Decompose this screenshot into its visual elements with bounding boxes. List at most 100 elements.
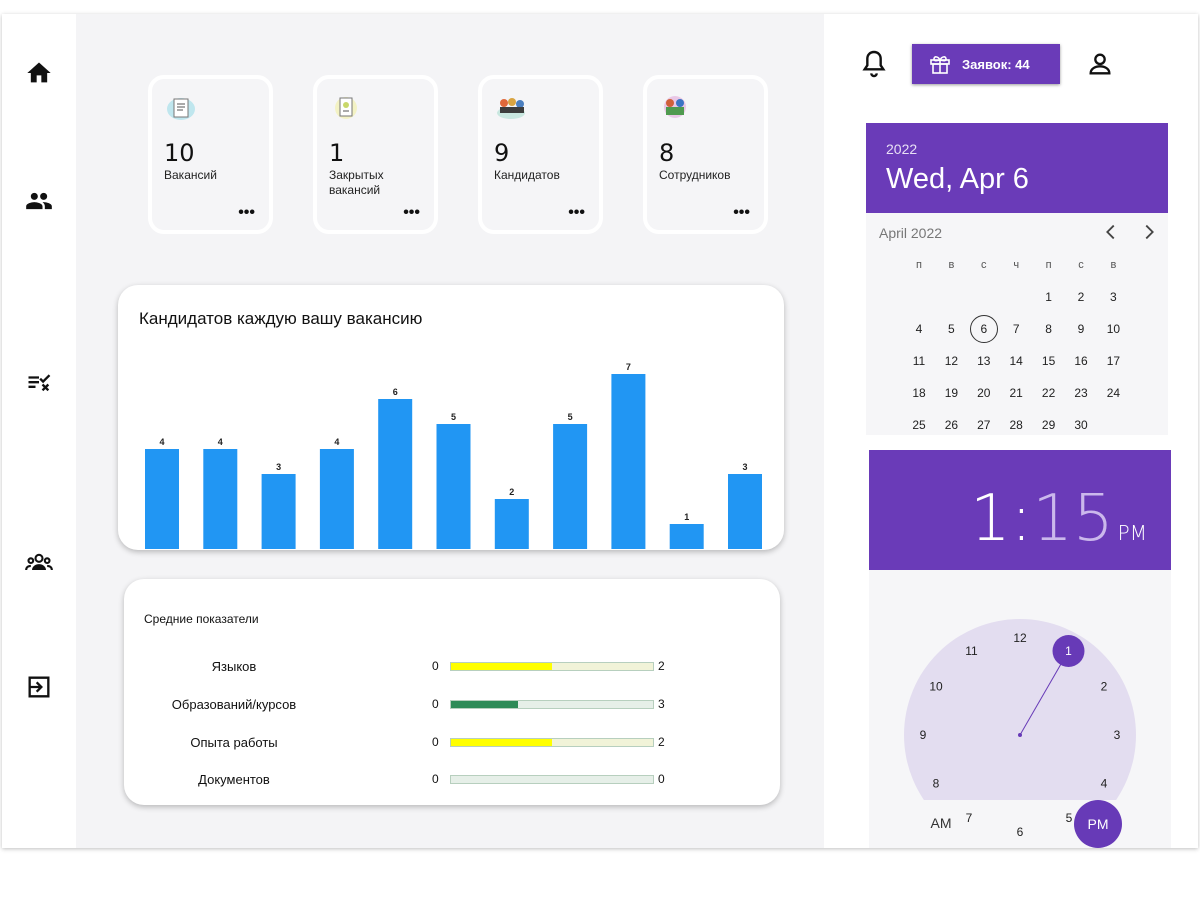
calendar-day[interactable]: 2 xyxy=(1065,283,1097,311)
vacancies-icon xyxy=(167,98,195,120)
chart-data-label: 5 xyxy=(451,412,456,422)
average-max: 2 xyxy=(658,735,665,749)
nav-tasks-button[interactable] xyxy=(22,364,56,398)
calendar-day[interactable]: 23 xyxy=(1065,379,1097,407)
calendar-weekday: п xyxy=(1045,259,1052,271)
calendar-day[interactable]: 13 xyxy=(968,347,1000,375)
clock-number[interactable]: 7 xyxy=(966,811,973,825)
calendar-year[interactable]: 2022 xyxy=(886,141,917,157)
nav-employees-button[interactable] xyxy=(22,546,56,580)
stat-label: Кандидатов xyxy=(494,168,560,182)
chart-data-label: 4 xyxy=(159,437,164,447)
chart-bar xyxy=(553,424,588,549)
chart-bar xyxy=(319,449,354,549)
requests-button[interactable]: Заявок: 44 xyxy=(912,44,1060,84)
calendar-day[interactable]: 14 xyxy=(1000,347,1032,375)
clock-number[interactable]: 4 xyxy=(1101,777,1108,791)
average-label: Опыта работы xyxy=(190,735,278,750)
chart-data-label: 4 xyxy=(334,437,339,447)
employees-icon xyxy=(664,96,686,118)
calendar-day[interactable]: 12 xyxy=(935,347,967,375)
calendar-day[interactable]: 9 xyxy=(1065,315,1097,343)
stat-card-candidates: 9 Кандидатов ••• xyxy=(478,75,603,234)
more-options-button[interactable]: ••• xyxy=(238,205,255,221)
nav-home-button[interactable] xyxy=(22,56,56,90)
chevron-left-icon[interactable] xyxy=(1100,221,1122,243)
clock-number[interactable]: 1 xyxy=(1065,644,1072,658)
average-min: 0 xyxy=(432,697,439,711)
am-button[interactable]: AM xyxy=(931,815,952,831)
clock-number[interactable]: 2 xyxy=(1101,680,1108,694)
calendar-day[interactable]: 26 xyxy=(935,411,967,439)
calendar-day-selected[interactable]: 6 xyxy=(968,315,1000,343)
calendar-day[interactable]: 1 xyxy=(1033,283,1065,311)
clock-number[interactable]: 12 xyxy=(1013,631,1027,645)
chart-bar xyxy=(669,524,704,549)
more-options-button[interactable]: ••• xyxy=(403,205,420,221)
average-label: Образований/курсов xyxy=(171,697,297,712)
average-progress-bar xyxy=(450,738,654,747)
average-max: 2 xyxy=(658,659,665,673)
calendar-day[interactable]: 24 xyxy=(1097,379,1129,407)
right-panel: Заявок: 44 2022 Wed, Apr 6 April 2022 пв… xyxy=(824,14,1198,848)
clock-number[interactable]: 3 xyxy=(1114,728,1121,742)
clock-number[interactable]: 11 xyxy=(965,644,978,658)
candidates-bar-chart: 4 4 3 4 6 5 2 5 7 1 3 xyxy=(145,362,762,549)
calendar-day[interactable]: 11 xyxy=(903,347,935,375)
ampm-strip xyxy=(869,800,1171,848)
calendar-day[interactable]: 17 xyxy=(1097,347,1129,375)
clock-number[interactable]: 5 xyxy=(1066,811,1073,825)
clock-number[interactable]: 9 xyxy=(920,728,927,742)
calendar-day[interactable]: 20 xyxy=(968,379,1000,407)
more-options-button[interactable]: ••• xyxy=(568,205,585,221)
nav-candidates-button[interactable] xyxy=(22,184,56,218)
chart-bar xyxy=(728,474,762,549)
calendar-day[interactable]: 25 xyxy=(903,411,935,439)
nav-logout-button[interactable] xyxy=(22,670,56,704)
time-period: PM xyxy=(1117,521,1147,545)
calendar-day[interactable]: 10 xyxy=(1097,315,1129,343)
calendar-day[interactable]: 7 xyxy=(1000,315,1032,343)
chart-bar xyxy=(378,399,413,549)
clock-number[interactable]: 6 xyxy=(1017,825,1024,839)
chart-data-label: 5 xyxy=(568,412,573,422)
time-display: 1:15 PM xyxy=(970,484,1147,568)
average-progress-bar xyxy=(450,700,654,709)
calendar-day[interactable]: 28 xyxy=(1000,411,1032,439)
chart-data-label: 1 xyxy=(684,512,689,522)
clock-face[interactable]: 121234567891011AM765PM xyxy=(869,570,1171,848)
time-minute[interactable]: 15 xyxy=(1032,482,1113,556)
stat-card-vacancies: 10 Вакансий ••• xyxy=(148,75,273,234)
calendar-day[interactable]: 19 xyxy=(935,379,967,407)
average-progress-fill xyxy=(451,663,552,670)
more-options-button[interactable]: ••• xyxy=(733,205,750,221)
bell-icon[interactable] xyxy=(858,48,890,80)
average-row: Документов 0 0 xyxy=(124,772,780,792)
chevron-right-icon[interactable] xyxy=(1138,221,1160,243)
calendar-day[interactable]: 29 xyxy=(1033,411,1065,439)
average-row: Образований/курсов 0 3 xyxy=(124,697,780,717)
calendar-day[interactable]: 27 xyxy=(968,411,1000,439)
clock-number[interactable]: 10 xyxy=(929,680,943,694)
sidebar xyxy=(2,14,76,848)
calendar-month-label: April 2022 xyxy=(879,225,943,241)
clock-number[interactable]: 8 xyxy=(933,777,940,791)
calendar-day[interactable]: 8 xyxy=(1033,315,1065,343)
chart-bar xyxy=(611,374,646,549)
calendar-day[interactable]: 21 xyxy=(1000,379,1032,407)
chart-data-label: 2 xyxy=(509,487,514,497)
candidates-chart-panel: Кандидатов каждую вашу вакансию 44346525… xyxy=(118,285,784,550)
requests-label: Заявок: 44 xyxy=(962,56,1030,72)
calendar-day[interactable]: 5 xyxy=(935,315,967,343)
calendar-day[interactable]: 16 xyxy=(1065,347,1097,375)
chart-data-label: 7 xyxy=(626,362,631,372)
calendar-day[interactable]: 15 xyxy=(1033,347,1065,375)
user-icon[interactable] xyxy=(1086,50,1114,78)
calendar-day[interactable]: 18 xyxy=(903,379,935,407)
calendar-day[interactable]: 3 xyxy=(1097,283,1129,311)
calendar-day[interactable]: 22 xyxy=(1033,379,1065,407)
app-window: 10 Вакансий ••• 1 Закрытых вакансий ••• xyxy=(2,14,1198,848)
time-hour[interactable]: 1 xyxy=(970,482,1011,556)
calendar-day[interactable]: 30 xyxy=(1065,411,1097,439)
calendar-day[interactable]: 4 xyxy=(903,315,935,343)
